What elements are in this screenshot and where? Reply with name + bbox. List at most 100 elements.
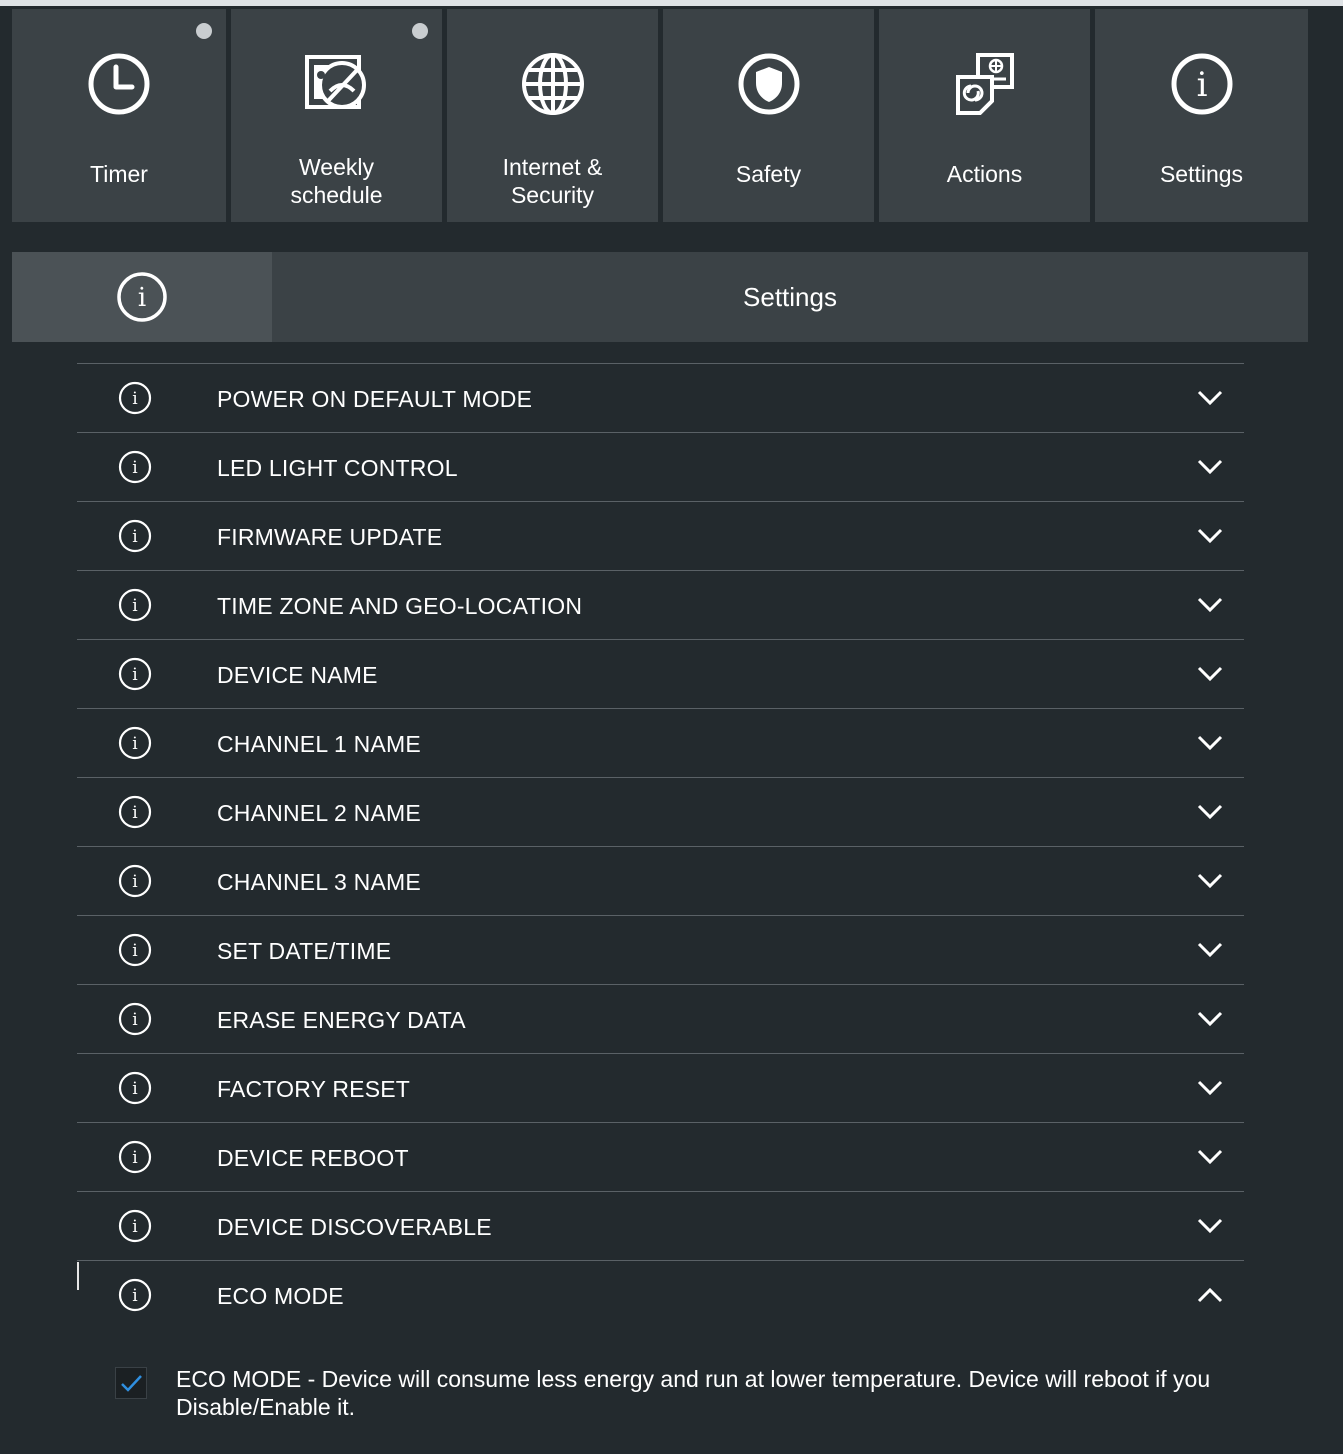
clock-icon <box>88 53 150 115</box>
chevron-down-icon[interactable] <box>1196 800 1224 824</box>
settings-row-label: ECO MODE <box>217 1283 344 1309</box>
settings-row[interactable]: i DEVICE DISCOVERABLE <box>77 1191 1244 1260</box>
settings-row[interactable]: i DEVICE REBOOT <box>77 1122 1244 1191</box>
svg-text:i: i <box>132 1079 138 1099</box>
svg-text:i: i <box>132 734 138 754</box>
svg-text:i: i <box>132 803 138 823</box>
info-icon[interactable]: i <box>118 933 152 967</box>
info-icon[interactable]: i <box>118 1209 152 1243</box>
chevron-down-icon[interactable] <box>1196 1214 1224 1238</box>
notification-dot <box>196 23 212 39</box>
tab-label: Actions <box>946 161 1023 187</box>
settings-row[interactable]: i FIRMWARE UPDATE <box>77 501 1244 570</box>
tab-weekly-schedule[interactable]: Weekly schedule <box>231 9 442 222</box>
settings-row-label: DEVICE REBOOT <box>217 1145 409 1171</box>
settings-row-label: DEVICE NAME <box>217 662 378 688</box>
tab-safety[interactable]: Safety <box>663 9 874 222</box>
settings-row-label: DEVICE DISCOVERABLE <box>217 1214 492 1240</box>
info-icon[interactable]: i <box>118 726 152 760</box>
chevron-down-icon[interactable] <box>1196 662 1224 686</box>
tab-label: Internet & Security <box>502 154 603 208</box>
tab-timer[interactable]: Timer <box>12 9 226 222</box>
settings-row-label: FIRMWARE UPDATE <box>217 524 443 550</box>
settings-row-label: CHANNEL 1 NAME <box>217 731 421 757</box>
chevron-down-icon[interactable] <box>1196 869 1224 893</box>
settings-row-label: FACTORY RESET <box>217 1076 411 1102</box>
info-icon[interactable]: i <box>118 1002 152 1036</box>
info-icon[interactable]: i <box>118 450 152 484</box>
settings-row-label: TIME ZONE AND GEO-LOCATION <box>217 593 583 619</box>
info-icon[interactable]: i <box>118 1140 152 1174</box>
chevron-down-icon[interactable] <box>1196 938 1224 962</box>
svg-text:i: i <box>132 1286 138 1306</box>
chevron-down-icon[interactable] <box>1196 524 1224 548</box>
svg-text:i: i <box>132 1010 138 1030</box>
svg-text:i: i <box>1196 65 1207 105</box>
chevron-down-icon[interactable] <box>1196 1076 1224 1100</box>
tab-label: Weekly schedule <box>290 154 383 208</box>
settings-row[interactable]: i SET DATE/TIME <box>77 915 1244 984</box>
tab-label: Safety <box>735 161 802 187</box>
settings-row-label: CHANNEL 3 NAME <box>217 869 421 895</box>
settings-list: i POWER ON DEFAULT MODE i LED LIGHT CONTROL… <box>77 363 1244 1329</box>
settings-row[interactable]: i CHANNEL 3 NAME <box>77 846 1244 915</box>
info-icon[interactable]: i <box>118 519 152 553</box>
svg-text:i: i <box>132 872 138 892</box>
tab-label: Settings <box>1159 161 1244 187</box>
function-tabs: Timer Weekly schedule Internet & Securit… <box>12 9 1308 222</box>
eco-mode-description: ECO MODE - Device will consume less ener… <box>176 1366 1211 1420</box>
info-icon[interactable]: i <box>118 864 152 898</box>
info-icon[interactable]: i <box>118 1071 152 1105</box>
top-border <box>0 0 1343 6</box>
settings-row[interactable]: i CHANNEL 1 NAME <box>77 708 1244 777</box>
svg-text:i: i <box>132 389 138 409</box>
globe-icon <box>521 53 584 115</box>
tab-actions[interactable]: Actions <box>879 9 1090 222</box>
text-cursor <box>77 1262 79 1290</box>
settings-row[interactable]: i ECO MODE <box>77 1260 1244 1329</box>
checkmark-icon <box>121 1375 142 1392</box>
shield-icon <box>738 53 799 115</box>
settings-row[interactable]: i LED LIGHT CONTROL <box>77 432 1244 501</box>
svg-text:i: i <box>138 283 146 313</box>
chevron-down-icon[interactable] <box>1196 455 1224 479</box>
info-icon[interactable]: i <box>118 381 152 415</box>
svg-text:i: i <box>132 1217 138 1237</box>
svg-text:i: i <box>132 458 138 478</box>
chevron-down-icon[interactable] <box>1196 386 1224 410</box>
settings-row[interactable]: i CHANNEL 2 NAME <box>77 777 1244 846</box>
info-icon[interactable]: i <box>118 657 152 691</box>
svg-text:i: i <box>132 665 138 685</box>
chevron-down-icon[interactable] <box>1196 593 1224 617</box>
notification-dot <box>412 23 428 39</box>
eco-mode-checkbox[interactable] <box>115 1367 147 1399</box>
chevron-up-icon[interactable] <box>1196 1283 1224 1307</box>
settings-row-label: CHANNEL 2 NAME <box>217 800 421 826</box>
settings-row[interactable]: i POWER ON DEFAULT MODE <box>77 363 1244 432</box>
chevron-down-icon[interactable] <box>1196 1145 1224 1169</box>
settings-header-icon-box: i <box>12 252 272 342</box>
chevron-down-icon[interactable] <box>1196 731 1224 755</box>
svg-text:i: i <box>132 941 138 961</box>
info-icon[interactable]: i <box>118 588 152 622</box>
chevron-down-icon[interactable] <box>1196 1007 1224 1031</box>
svg-text:i: i <box>132 596 138 616</box>
settings-row-label: POWER ON DEFAULT MODE <box>217 386 533 412</box>
info-icon[interactable]: i <box>118 1278 152 1312</box>
tab-settings[interactable]: i Settings <box>1095 9 1308 222</box>
settings-row-label: SET DATE/TIME <box>217 938 392 964</box>
info-icon[interactable]: i <box>118 795 152 829</box>
svg-text:i: i <box>132 527 138 547</box>
info-icon: i <box>117 272 167 322</box>
actions-icon <box>955 53 1014 115</box>
tab-internet-security[interactable]: Internet & Security <box>447 9 658 222</box>
settings-row[interactable]: i ERASE ENERGY DATA <box>77 984 1244 1053</box>
settings-row-label: ERASE ENERGY DATA <box>217 1007 466 1033</box>
settings-header-title: Settings <box>743 281 837 312</box>
settings-row[interactable]: i FACTORY RESET <box>77 1053 1244 1122</box>
settings-row-label: LED LIGHT CONTROL <box>217 455 458 481</box>
settings-row[interactable]: i TIME ZONE AND GEO-LOCATION <box>77 570 1244 639</box>
settings-header: i Settings <box>12 252 1308 342</box>
info-icon: i <box>1171 53 1232 115</box>
settings-row[interactable]: i DEVICE NAME <box>77 639 1244 708</box>
